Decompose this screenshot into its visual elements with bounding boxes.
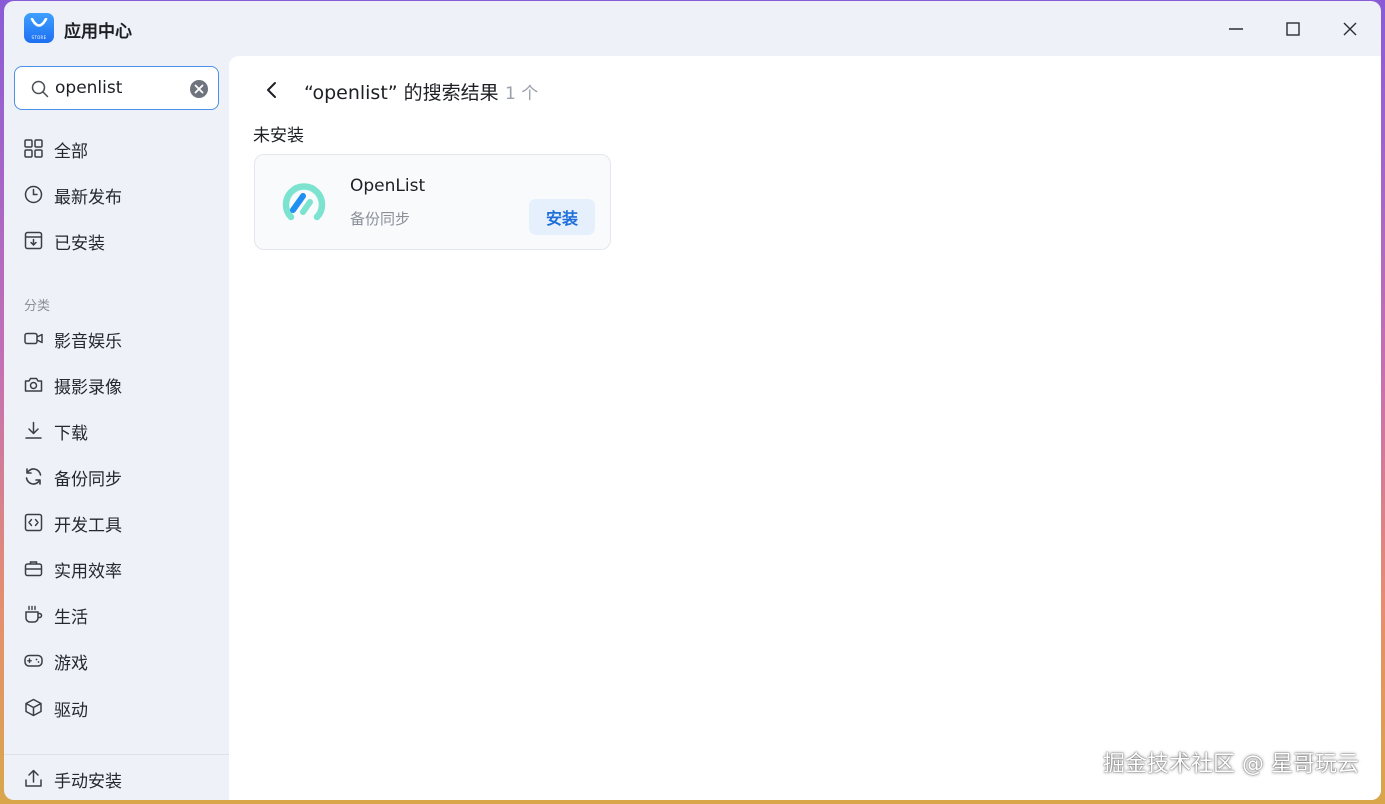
sidebar-item-download[interactable]: 下载 [4, 410, 229, 450]
search-input[interactable] [55, 76, 185, 100]
code-icon [24, 513, 43, 532]
minimize-icon [1229, 28, 1243, 30]
sidebar-item-label: 备份同步 [54, 470, 122, 490]
sidebar-item-life[interactable]: 生活 [4, 594, 229, 634]
results-count: 1 个 [505, 84, 539, 104]
close-button[interactable] [1336, 15, 1364, 43]
sidebar-item-all[interactable]: 全部 [4, 128, 229, 168]
briefcase-icon [24, 561, 43, 577]
sidebar-item-dev-tools[interactable]: 开发工具 [4, 502, 229, 542]
sidebar-item-latest[interactable]: 最新发布 [4, 174, 229, 214]
manual-install-label: 手动安装 [54, 772, 122, 792]
sidebar-item-label: 全部 [54, 142, 88, 162]
sidebar-item-installed[interactable]: 已安装 [4, 220, 229, 260]
maximize-icon [1286, 22, 1300, 36]
back-button[interactable] [260, 78, 284, 102]
sidebar-item-productivity[interactable]: 实用效率 [4, 548, 229, 588]
section-title-uninstalled: 未安装 [253, 126, 304, 146]
close-icon [1343, 22, 1357, 36]
sidebar-item-drivers[interactable]: 驱动 [4, 687, 229, 727]
sync-icon [25, 468, 42, 485]
openlist-logo-icon [282, 183, 326, 221]
sidebar-item-media[interactable]: 影音娱乐 [4, 318, 229, 358]
sidebar-item-label: 游戏 [54, 654, 88, 674]
manual-install-button[interactable]: 手动安装 [4, 758, 229, 798]
chevron-left-icon [267, 82, 276, 98]
install-button[interactable]: 安装 [529, 199, 595, 235]
category-section-title: 分类 [24, 299, 51, 314]
sidebar-item-label: 开发工具 [54, 516, 122, 536]
video-camera-icon [24, 332, 43, 345]
upload-icon [25, 769, 42, 787]
app-name: OpenList [350, 176, 426, 196]
sidebar-item-label: 实用效率 [54, 562, 122, 582]
installed-box-icon [24, 231, 43, 250]
maximize-button[interactable] [1279, 15, 1307, 43]
clock-icon [24, 185, 43, 204]
logo-text: STORE [31, 35, 47, 40]
sidebar-divider [4, 754, 229, 755]
minimize-button[interactable] [1222, 15, 1250, 43]
app-window: STORE 应用中心 openlist 全部 最新发布 已安装 分类 影音娱乐 … [4, 1, 1381, 800]
sidebar-item-label: 最新发布 [54, 188, 122, 208]
sidebar-item-games[interactable]: 游戏 [4, 640, 229, 680]
coffee-cup-icon [25, 605, 43, 623]
sidebar-item-backup-sync[interactable]: 备份同步 [4, 456, 229, 496]
camera-icon [24, 377, 43, 392]
store-logo-icon: STORE [24, 13, 54, 43]
sidebar: 全部 最新发布 已安装 分类 影音娱乐 [4, 56, 229, 800]
sidebar-item-photography[interactable]: 摄影录像 [4, 364, 229, 404]
watermark-text: 掘金技术社区 @ 星哥玩云 [1103, 752, 1359, 777]
search-icon [31, 80, 49, 98]
window-title: 应用中心 [64, 22, 132, 42]
search-results-title: “openlist” 的搜索结果 [304, 82, 499, 104]
sidebar-item-label: 下载 [54, 424, 88, 444]
sidebar-item-label: 已安装 [54, 234, 105, 254]
clear-search-icon[interactable] [189, 79, 209, 99]
main-content: “openlist” 的搜索结果 1 个 未安装 OpenList 备份同步 安… [229, 56, 1381, 800]
app-category: 备份同步 [350, 210, 411, 228]
download-icon [25, 421, 42, 439]
grid-icon [24, 139, 43, 158]
app-card[interactable]: OpenList 备份同步 安装 [254, 154, 611, 250]
sidebar-item-label: 驱动 [54, 701, 88, 721]
title-bar: STORE 应用中心 [4, 1, 1381, 56]
sidebar-item-label: 影音娱乐 [54, 332, 122, 352]
sidebar-item-label: 摄影录像 [54, 378, 122, 398]
cube-icon [25, 698, 42, 717]
gamepad-icon [24, 654, 43, 667]
sidebar-item-label: 生活 [54, 608, 88, 628]
search-box[interactable] [14, 66, 219, 110]
